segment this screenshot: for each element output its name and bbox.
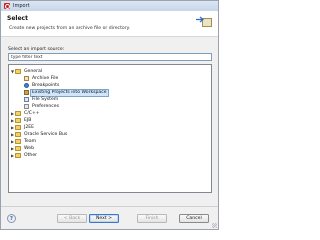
tree-item-existing-projects[interactable]: Existing Projects into Workspace xyxy=(24,88,109,97)
tree-item-j2ee[interactable]: ▶ J2EE xyxy=(10,124,35,131)
tree-item-file-system[interactable]: File System xyxy=(24,96,59,103)
page-title: Select xyxy=(7,15,28,22)
window-title: Import xyxy=(13,3,30,9)
preferences-icon xyxy=(24,104,29,109)
page-description: Create new projects from an archive file… xyxy=(9,26,131,31)
tree-item-web[interactable]: ▶ Web xyxy=(10,145,35,152)
tree-item-label: Existing Projects into Workspace xyxy=(30,88,109,97)
tree-item-label: Oracle Service Bus xyxy=(24,131,68,137)
eclipse-icon xyxy=(4,3,10,9)
tree-item-label: General xyxy=(24,68,43,74)
tree-item-label: Team xyxy=(24,138,37,144)
breakpoint-icon xyxy=(24,83,29,88)
import-source-tree[interactable]: ▼ General Archive File Breakpoints Exist… xyxy=(8,64,212,193)
project-icon xyxy=(24,90,29,95)
archive-icon xyxy=(24,76,29,81)
tree-item-preferences[interactable]: Preferences xyxy=(24,103,60,110)
finish-button[interactable]: Finish xyxy=(137,214,167,223)
folder-icon xyxy=(15,118,21,123)
tree-item-label: Breakpoints xyxy=(32,82,60,88)
tree-item-oracle-service-bus[interactable]: ▶ Oracle Service Bus xyxy=(10,131,68,138)
filter-input[interactable] xyxy=(8,53,212,61)
tree-item-archive-file[interactable]: Archive File xyxy=(24,75,59,82)
folder-icon xyxy=(15,146,21,151)
folder-icon xyxy=(15,153,21,158)
tree-item-label: J2EE xyxy=(24,124,35,130)
button-bar: ? < Back Next > Finish Cancel xyxy=(1,207,218,229)
tree-item-general[interactable]: ▼ General xyxy=(10,68,43,75)
folder-icon xyxy=(15,139,21,144)
tree-item-team[interactable]: ▶ Team xyxy=(10,138,37,145)
wizard-header: Select Create new projects from an archi… xyxy=(1,11,218,37)
tree-item-label: C/C++ xyxy=(24,110,40,116)
import-wizard-icon xyxy=(196,15,212,29)
folder-icon xyxy=(15,125,21,130)
title-bar[interactable]: Import xyxy=(1,1,218,11)
tree-item-ejb[interactable]: ▶ EJB xyxy=(10,117,32,124)
folder-icon xyxy=(15,111,21,116)
folder-icon xyxy=(15,132,21,137)
import-source-label: Select an import source: xyxy=(8,47,65,52)
tree-item-label: EJB xyxy=(24,117,32,123)
resize-grip[interactable] xyxy=(212,223,217,228)
tree-item-label: Preferences xyxy=(32,103,60,109)
help-button[interactable]: ? xyxy=(7,214,16,223)
tree-item-label: File System xyxy=(32,96,59,102)
cancel-button[interactable]: Cancel xyxy=(179,214,209,223)
tree-item-label: Web xyxy=(24,145,35,151)
tree-item-cpp[interactable]: ▶ C/C++ xyxy=(10,110,41,117)
import-dialog: Import Select Create new projects from a… xyxy=(0,0,219,230)
next-button[interactable]: Next > xyxy=(89,214,119,223)
tree-item-other[interactable]: ▶ Other xyxy=(10,152,38,159)
folder-icon xyxy=(15,69,21,74)
tree-item-label: Other xyxy=(24,152,38,158)
tree-item-label: Archive File xyxy=(32,75,59,81)
tree-item-breakpoints[interactable]: Breakpoints xyxy=(24,82,60,89)
filesystem-icon xyxy=(24,97,29,102)
back-button[interactable]: < Back xyxy=(57,214,87,223)
